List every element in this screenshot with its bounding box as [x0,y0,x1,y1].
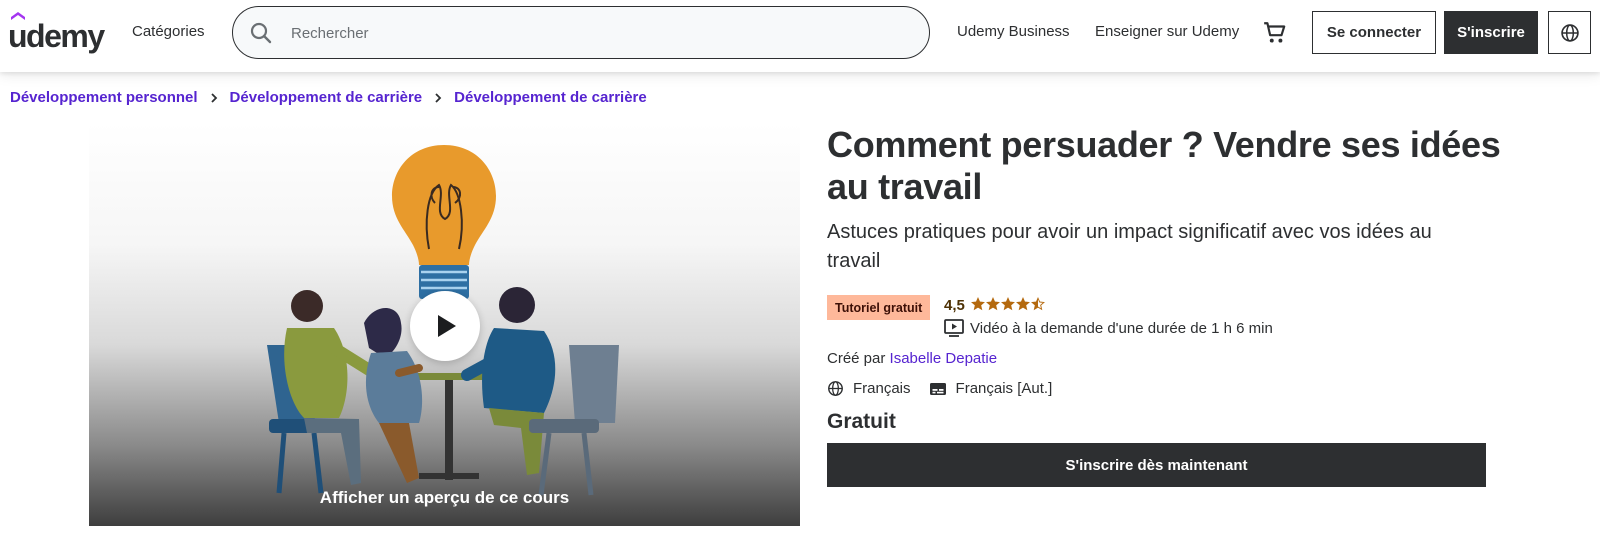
globe-icon [828,381,843,396]
captions-icon [929,382,946,395]
breadcrumb: Développement personnel Développement de… [10,89,647,106]
rating-stars [971,297,1045,311]
language-row: Français Français [Aut.] [827,380,1052,397]
udemy-business-link[interactable]: Udemy Business [957,23,1070,40]
star-icon [1016,297,1030,311]
video-icon [944,319,964,337]
cart-icon[interactable] [1262,20,1288,46]
play-button[interactable] [410,291,480,361]
enroll-button[interactable]: S'inscrire dès maintenant [827,443,1486,487]
video-duration: Vidéo à la demande d'une durée de 1 h 6 … [944,319,1273,337]
udemy-logo[interactable]: udemy [8,12,112,54]
chevron-right-icon [209,92,219,104]
star-icon [971,297,985,311]
star-icon [1001,297,1015,311]
top-header: udemy Catégories Udemy Business Enseigne… [0,0,1600,72]
globe-icon [1560,23,1579,42]
star-icon [986,297,1000,311]
course-preview[interactable]: Afficher un aperçu de ce cours [89,123,800,526]
chevron-right-icon [433,92,443,104]
play-icon [438,315,456,337]
course-captions: Français [Aut.] [955,380,1053,397]
course-price: Gratuit [827,410,896,433]
categories-link[interactable]: Catégories [132,23,205,40]
course-language: Français [853,380,911,397]
preview-caption[interactable]: Afficher un aperçu de ce cours [89,488,800,508]
video-duration-text: Vidéo à la demande d'une durée de 1 h 6 … [970,319,1273,337]
search-input[interactable] [291,21,891,45]
rating-value: 4,5 [944,297,965,314]
breadcrumb-item-career-development-topic[interactable]: Développement de carrière [454,89,647,106]
free-tutorial-badge: Tutoriel gratuit [827,295,931,320]
teach-on-udemy-link[interactable]: Enseigner sur Udemy [1095,23,1239,40]
search-bar [232,6,930,59]
created-by-label: Créé par [827,350,886,367]
language-button[interactable] [1548,11,1591,54]
login-button[interactable]: Se connecter [1312,11,1436,54]
star-icon [1031,297,1045,311]
signup-button[interactable]: S'inscrire [1444,11,1538,54]
author-link[interactable]: Isabelle Depatie [890,350,998,367]
breadcrumb-item-personal-development[interactable]: Développement personnel [10,89,198,106]
search-icon[interactable] [249,21,273,45]
logo-text: udemy [8,18,105,54]
breadcrumb-item-career-development[interactable]: Développement de carrière [230,89,423,106]
course-subtitle: Astuces pratiques pour avoir un impact s… [827,221,1432,272]
course-title: Comment persuader ? Vendre ses idées au … [827,124,1501,207]
created-by: Créé par Isabelle Depatie [827,350,997,367]
